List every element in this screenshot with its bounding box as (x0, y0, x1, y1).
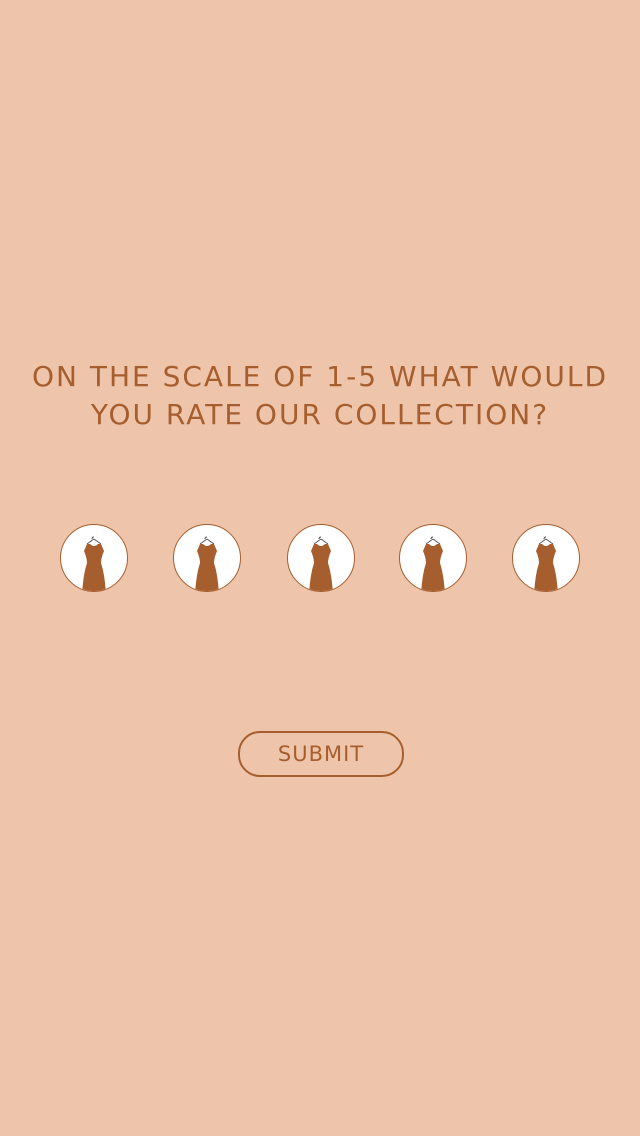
rating-option-3[interactable] (287, 524, 355, 592)
rating-option-5[interactable] (512, 524, 580, 592)
dress-icon (421, 536, 445, 591)
rating-option-4[interactable] (399, 524, 467, 592)
question-line-1: ON THE SCALE OF 1-5 WHAT WOULD (31, 360, 609, 393)
question-line-2: YOU RATE OUR COLLECTION? (90, 398, 550, 431)
rating-question: ON THE SCALE OF 1-5 WHAT WOULD YOU RATE … (0, 358, 640, 434)
submit-button[interactable]: SUBMIT (238, 731, 404, 777)
dress-icon (534, 536, 558, 591)
rating-options (0, 524, 640, 594)
rating-option-1[interactable] (60, 524, 128, 592)
dress-icon (309, 536, 333, 591)
dress-icon (82, 536, 106, 591)
dress-icon (195, 536, 219, 591)
rating-option-2[interactable] (173, 524, 241, 592)
